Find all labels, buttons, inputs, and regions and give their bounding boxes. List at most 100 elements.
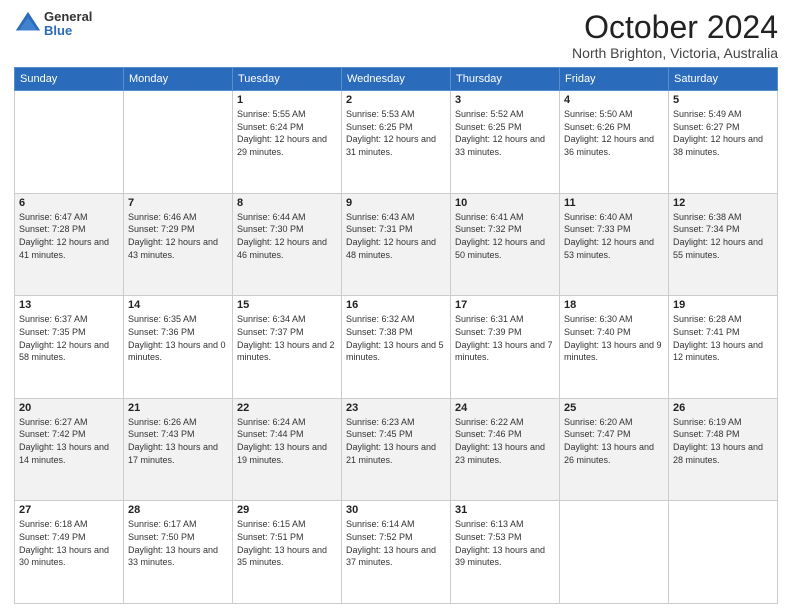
calendar-cell: 31 Sunrise: 6:13 AM Sunset: 7:53 PM Dayli… [451,501,560,604]
calendar-cell: 18 Sunrise: 6:30 AM Sunset: 7:40 PM Dayli… [560,296,669,399]
week-row-5: 27 Sunrise: 6:18 AM Sunset: 7:49 PM Dayli… [15,501,778,604]
calendar-cell: 13 Sunrise: 6:37 AM Sunset: 7:35 PM Dayli… [15,296,124,399]
day-number: 7 [128,197,228,209]
day-info: Sunrise: 6:44 AM Sunset: 7:30 PM Dayligh… [237,211,337,261]
day-info: Sunrise: 6:17 AM Sunset: 7:50 PM Dayligh… [128,518,228,568]
logo-blue: Blue [44,24,92,38]
calendar-cell: 7 Sunrise: 6:46 AM Sunset: 7:29 PM Daylig… [124,193,233,296]
day-number: 18 [564,299,664,311]
day-number: 19 [673,299,773,311]
day-number: 6 [19,197,119,209]
calendar-cell: 28 Sunrise: 6:17 AM Sunset: 7:50 PM Dayli… [124,501,233,604]
calendar-cell: 11 Sunrise: 6:40 AM Sunset: 7:33 PM Dayli… [560,193,669,296]
page: General Blue October 2024 North Brighton… [0,0,792,612]
calendar-cell: 16 Sunrise: 6:32 AM Sunset: 7:38 PM Dayli… [342,296,451,399]
calendar-cell: 26Sunrise: 6:19 AM Sunset: 7:48 PM Dayli… [669,398,778,501]
calendar-cell [560,501,669,604]
week-row-2: 6 Sunrise: 6:47 AM Sunset: 7:28 PM Daylig… [15,193,778,296]
day-number: 31 [455,504,555,516]
calendar-cell: 3Sunrise: 5:52 AM Sunset: 6:25 PM Daylig… [451,91,560,194]
calendar-cell: 6 Sunrise: 6:47 AM Sunset: 7:28 PM Daylig… [15,193,124,296]
calendar-cell: 5 Sunrise: 5:49 AM Sunset: 6:27 PM Daylig… [669,91,778,194]
title-block: October 2024 North Brighton, Victoria, A… [572,10,778,61]
day-number: 1 [237,94,337,106]
day-info: Sunrise: 6:27 AM Sunset: 7:42 PM Dayligh… [19,416,119,466]
day-number: 26 [673,402,773,414]
calendar-cell [124,91,233,194]
calendar-cell: 29 Sunrise: 6:15 AM Sunset: 7:51 PM Dayli… [233,501,342,604]
day-number: 4 [564,94,664,106]
day-info: Sunrise: 6:34 AM Sunset: 7:37 PM Dayligh… [237,313,337,363]
day-number: 22 [237,402,337,414]
day-number: 2 [346,94,446,106]
day-header-wednesday: Wednesday [342,68,451,91]
day-number: 9 [346,197,446,209]
day-number: 27 [19,504,119,516]
calendar-cell: 27 Sunrise: 6:18 AM Sunset: 7:49 PM Dayli… [15,501,124,604]
day-info: Sunrise: 6:32 AM Sunset: 7:38 PM Dayligh… [346,313,446,363]
day-info: Sunrise: 6:14 AM Sunset: 7:52 PM Dayligh… [346,518,446,568]
calendar-cell: 20 Sunrise: 6:27 AM Sunset: 7:42 PM Dayli… [15,398,124,501]
day-number: 24 [455,402,555,414]
calendar-cell [669,501,778,604]
calendar-cell: 14Sunrise: 6:35 AM Sunset: 7:36 PM Dayli… [124,296,233,399]
day-info: Sunrise: 5:50 AM Sunset: 6:26 PM Dayligh… [564,108,664,158]
day-info: Sunrise: 5:52 AM Sunset: 6:25 PM Dayligh… [455,108,555,158]
day-info: Sunrise: 5:49 AM Sunset: 6:27 PM Dayligh… [673,108,773,158]
day-info: Sunrise: 6:47 AM Sunset: 7:28 PM Dayligh… [19,211,119,261]
day-number: 5 [673,94,773,106]
day-number: 11 [564,197,664,209]
day-info: Sunrise: 6:13 AM Sunset: 7:53 PM Dayligh… [455,518,555,568]
logo: General Blue [14,10,92,39]
day-number: 16 [346,299,446,311]
calendar-cell: 25Sunrise: 6:20 AM Sunset: 7:47 PM Dayli… [560,398,669,501]
day-number: 17 [455,299,555,311]
day-number: 30 [346,504,446,516]
day-info: Sunrise: 6:15 AM Sunset: 7:51 PM Dayligh… [237,518,337,568]
week-row-4: 20 Sunrise: 6:27 AM Sunset: 7:42 PM Dayli… [15,398,778,501]
day-info: Sunrise: 6:23 AM Sunset: 7:45 PM Dayligh… [346,416,446,466]
day-header-tuesday: Tuesday [233,68,342,91]
day-info: Sunrise: 6:30 AM Sunset: 7:40 PM Dayligh… [564,313,664,363]
day-header-friday: Friday [560,68,669,91]
day-number: 20 [19,402,119,414]
calendar-cell: 1Sunrise: 5:55 AM Sunset: 6:24 PM Daylig… [233,91,342,194]
day-number: 28 [128,504,228,516]
title-location: North Brighton, Victoria, Australia [572,45,778,61]
day-info: Sunrise: 6:41 AM Sunset: 7:32 PM Dayligh… [455,211,555,261]
day-info: Sunrise: 6:43 AM Sunset: 7:31 PM Dayligh… [346,211,446,261]
calendar-cell: 30 Sunrise: 6:14 AM Sunset: 7:52 PM Dayli… [342,501,451,604]
day-number: 29 [237,504,337,516]
calendar-cell: 23Sunrise: 6:23 AM Sunset: 7:45 PM Dayli… [342,398,451,501]
day-info: Sunrise: 6:46 AM Sunset: 7:29 PM Dayligh… [128,211,228,261]
calendar-table: SundayMondayTuesdayWednesdayThursdayFrid… [14,67,778,604]
day-info: Sunrise: 6:20 AM Sunset: 7:47 PM Dayligh… [564,416,664,466]
day-info: Sunrise: 6:24 AM Sunset: 7:44 PM Dayligh… [237,416,337,466]
calendar-cell: 22 Sunrise: 6:24 AM Sunset: 7:44 PM Dayli… [233,398,342,501]
day-number: 21 [128,402,228,414]
calendar-cell: 9 Sunrise: 6:43 AM Sunset: 7:31 PM Daylig… [342,193,451,296]
logo-icon [14,10,42,38]
day-info: Sunrise: 6:18 AM Sunset: 7:49 PM Dayligh… [19,518,119,568]
day-header-monday: Monday [124,68,233,91]
day-number: 14 [128,299,228,311]
calendar-cell: 10 Sunrise: 6:41 AM Sunset: 7:32 PM Dayli… [451,193,560,296]
day-number: 10 [455,197,555,209]
day-info: Sunrise: 6:40 AM Sunset: 7:33 PM Dayligh… [564,211,664,261]
calendar-cell: 17Sunrise: 6:31 AM Sunset: 7:39 PM Dayli… [451,296,560,399]
calendar-cell: 12 Sunrise: 6:38 AM Sunset: 7:34 PM Dayli… [669,193,778,296]
day-info: Sunrise: 5:53 AM Sunset: 6:25 PM Dayligh… [346,108,446,158]
day-number: 13 [19,299,119,311]
day-header-sunday: Sunday [15,68,124,91]
day-info: Sunrise: 6:26 AM Sunset: 7:43 PM Dayligh… [128,416,228,466]
header: General Blue October 2024 North Brighton… [14,10,778,61]
week-row-1: 1Sunrise: 5:55 AM Sunset: 6:24 PM Daylig… [15,91,778,194]
day-info: Sunrise: 6:37 AM Sunset: 7:35 PM Dayligh… [19,313,119,363]
day-info: Sunrise: 6:38 AM Sunset: 7:34 PM Dayligh… [673,211,773,261]
day-number: 12 [673,197,773,209]
title-month: October 2024 [572,10,778,45]
logo-general: General [44,10,92,24]
calendar-cell: 24Sunrise: 6:22 AM Sunset: 7:46 PM Dayli… [451,398,560,501]
day-number: 8 [237,197,337,209]
calendar-cell: 15Sunrise: 6:34 AM Sunset: 7:37 PM Dayli… [233,296,342,399]
